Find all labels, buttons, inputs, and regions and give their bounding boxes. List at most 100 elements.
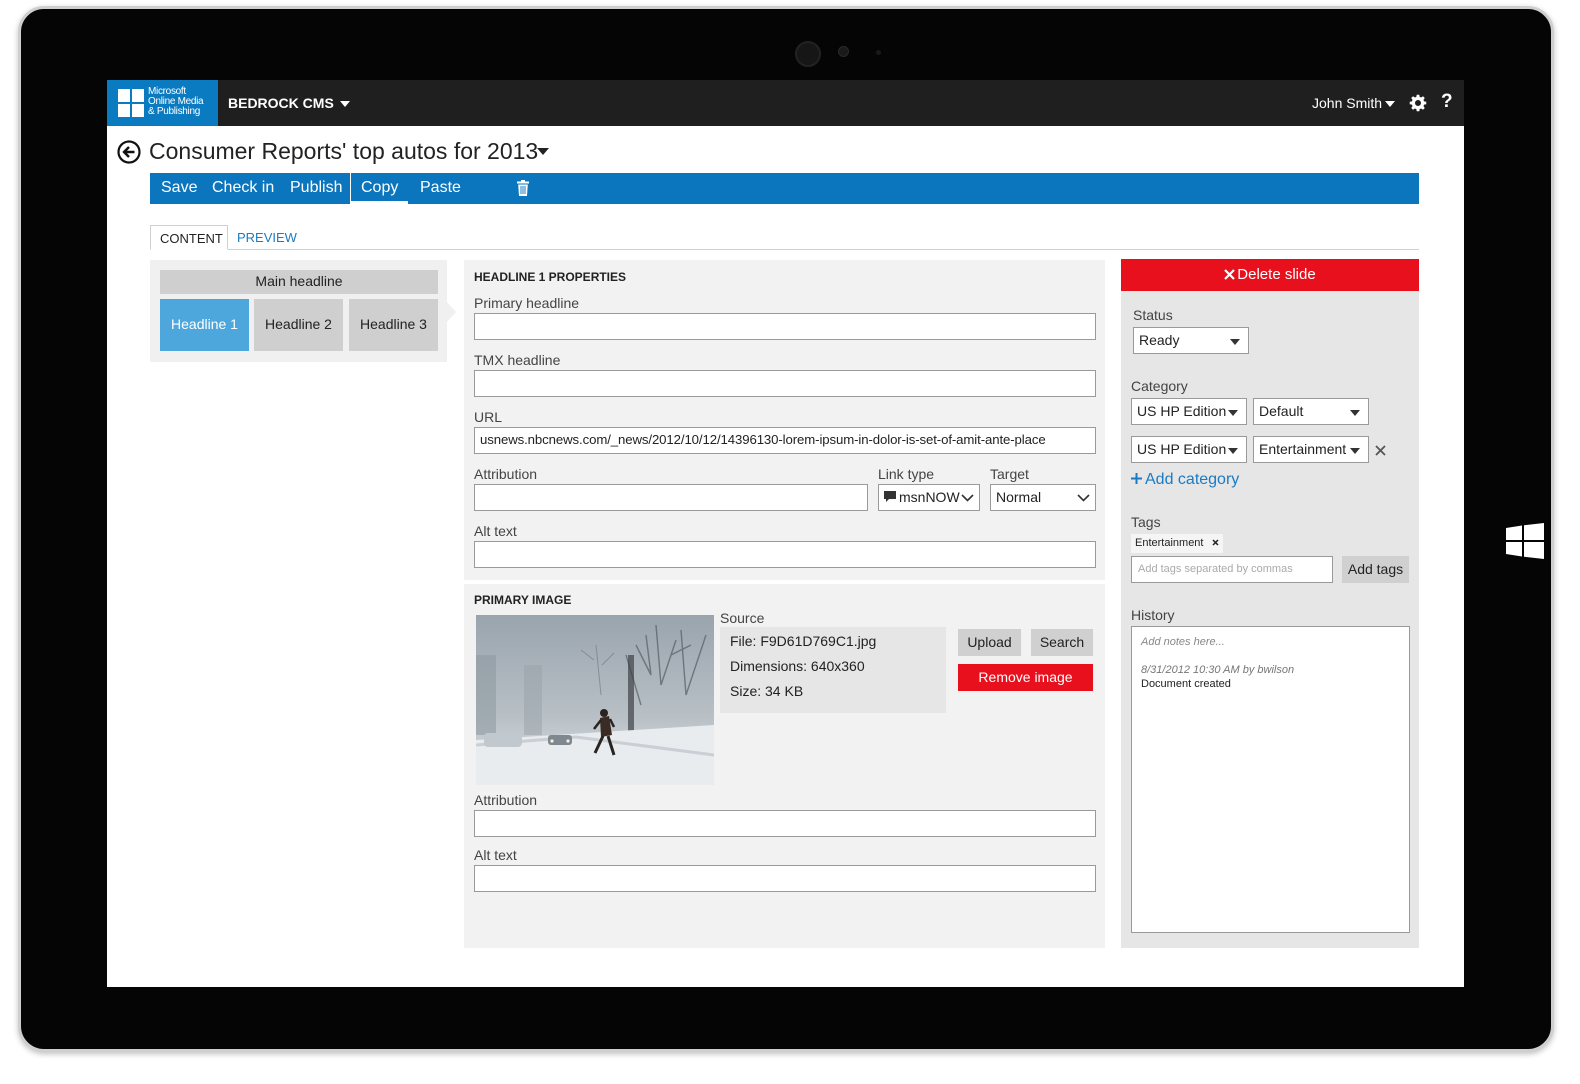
url-label: URL bbox=[474, 409, 503, 425]
back-arrow-icon[interactable] bbox=[117, 140, 141, 164]
image-attribution-label: Attribution bbox=[474, 792, 538, 808]
url-input[interactable]: usnews.nbcnews.com/_news/2012/10/12/1439… bbox=[474, 427, 1096, 454]
app-switcher[interactable]: BEDROCK CMS bbox=[228, 95, 350, 111]
top-navigation-bar: Microsoft Online Media & Publishing BEDR… bbox=[107, 80, 1464, 126]
tab-content[interactable]: CONTENT bbox=[150, 225, 228, 250]
brand-name: Microsoft Online Media & Publishing bbox=[148, 87, 216, 117]
add-category-link[interactable]: Add category bbox=[1131, 471, 1239, 489]
brand-logo[interactable]: Microsoft Online Media & Publishing bbox=[107, 80, 218, 126]
windows-grid-icon bbox=[118, 89, 144, 117]
delete-slide-label: Delete slide bbox=[1237, 266, 1316, 283]
slide-settings-panel: Delete slide Status Ready Category US HP… bbox=[1121, 259, 1419, 948]
remove-image-button[interactable]: Remove image bbox=[958, 664, 1093, 691]
add-category-label: Add category bbox=[1145, 471, 1240, 488]
image-alt-text-input[interactable] bbox=[474, 865, 1096, 892]
history-entry-text: Document created bbox=[1141, 678, 1231, 690]
app-name: BEDROCK CMS bbox=[228, 95, 334, 111]
chevron-down-icon bbox=[1350, 410, 1360, 416]
search-button[interactable]: Search bbox=[1031, 629, 1093, 656]
section-divider bbox=[464, 580, 1105, 584]
history-label: History bbox=[1131, 607, 1175, 623]
chevron-down-icon bbox=[1350, 448, 1360, 454]
windows-logo-icon[interactable] bbox=[1506, 523, 1544, 559]
comment-icon bbox=[884, 491, 896, 502]
chevron-down-icon bbox=[339, 101, 350, 108]
camera-led bbox=[876, 50, 881, 55]
gear-icon[interactable] bbox=[1409, 94, 1427, 112]
slide-pointer bbox=[447, 302, 456, 322]
main-headline-slide[interactable]: Main headline bbox=[160, 270, 438, 294]
tab-preview[interactable]: PREVIEW bbox=[228, 225, 306, 250]
primary-headline-label: Primary headline bbox=[474, 295, 580, 311]
close-icon bbox=[1224, 269, 1236, 280]
delete-slide-button[interactable]: Delete slide bbox=[1121, 259, 1419, 291]
chevron-down-icon bbox=[1228, 448, 1238, 454]
user-menu[interactable]: John Smith bbox=[1312, 95, 1396, 111]
category-edition-select[interactable]: US HP Edition bbox=[1131, 436, 1247, 463]
chevron-down-icon bbox=[1385, 101, 1396, 108]
cms-screen: Microsoft Online Media & Publishing BEDR… bbox=[107, 80, 1464, 987]
save-button[interactable]: Save bbox=[161, 179, 197, 197]
category-section-value: Default bbox=[1259, 403, 1304, 419]
check-in-button[interactable]: Check in bbox=[212, 179, 274, 197]
copy-button[interactable]: Copy bbox=[361, 179, 398, 197]
action-toolbar: Save Check in Publish Copy Paste bbox=[150, 173, 1419, 204]
add-tags-button[interactable]: Add tags bbox=[1342, 556, 1409, 583]
category-edition-value: US HP Edition bbox=[1137, 403, 1227, 419]
trash-icon[interactable] bbox=[517, 180, 529, 196]
status-label: Status bbox=[1133, 307, 1173, 323]
tmx-headline-input[interactable] bbox=[474, 370, 1096, 397]
target-select[interactable]: Normal bbox=[990, 484, 1096, 511]
chevron-down-icon bbox=[1230, 339, 1240, 345]
tags-label: Tags bbox=[1131, 514, 1161, 530]
front-camera bbox=[795, 41, 821, 67]
publish-button[interactable]: Publish bbox=[290, 179, 342, 197]
category-edition-select[interactable]: US HP Edition bbox=[1131, 398, 1247, 425]
headline-2-slide[interactable]: Headline 2 bbox=[254, 299, 343, 351]
primary-headline-input[interactable] bbox=[474, 313, 1096, 340]
chevron-down-icon[interactable] bbox=[537, 148, 549, 155]
document-title: Consumer Reports' top autos for 2013 bbox=[149, 138, 539, 164]
attribution-input[interactable] bbox=[474, 484, 868, 511]
image-info-box: File: F9D61D769C1.jpg Dimensions: 640x36… bbox=[720, 627, 946, 713]
tag-chip: Entertainment bbox=[1131, 534, 1223, 553]
primary-image-thumbnail[interactable] bbox=[476, 615, 714, 785]
plus-icon bbox=[1131, 473, 1142, 484]
status-select[interactable]: Ready bbox=[1133, 327, 1249, 354]
category-section-value: Entertainment bbox=[1259, 441, 1347, 457]
target-label: Target bbox=[990, 466, 1029, 482]
brand-line-3: & Publishing bbox=[148, 106, 200, 117]
status-value: Ready bbox=[1139, 332, 1180, 348]
category-edition-value: US HP Edition bbox=[1137, 441, 1227, 457]
chevron-down-icon bbox=[1228, 410, 1238, 416]
headline-1-slide[interactable]: Headline 1 bbox=[160, 299, 249, 351]
headline-properties-panel: HEADLINE 1 PROPERTIES Primary headline T… bbox=[464, 260, 1105, 948]
category-label: Category bbox=[1131, 378, 1188, 394]
headline-3-slide[interactable]: Headline 3 bbox=[349, 299, 438, 351]
camera-sensor bbox=[838, 46, 849, 57]
link-type-label: Link type bbox=[878, 466, 935, 482]
category-section-select[interactable]: Entertainment bbox=[1253, 436, 1369, 463]
slides-panel: Main headline Headline 1 Headline 2 Head… bbox=[150, 260, 447, 362]
link-type-select[interactable]: msnNOW bbox=[878, 484, 980, 511]
alt-text-input[interactable] bbox=[474, 541, 1096, 568]
history-entry-meta: 8/31/2012 10:30 AM by bwilson bbox=[1141, 664, 1295, 676]
chevron-down-icon bbox=[1077, 494, 1090, 502]
upload-button[interactable]: Upload bbox=[958, 629, 1021, 656]
image-attribution-input[interactable] bbox=[474, 810, 1096, 837]
primary-image-title: PRIMARY IMAGE bbox=[474, 593, 572, 607]
image-size: Size: 34 KB bbox=[730, 683, 804, 699]
image-alt-text-label: Alt text bbox=[474, 847, 517, 863]
user-name: John Smith bbox=[1312, 95, 1383, 111]
image-dimensions: Dimensions: 640x360 bbox=[730, 658, 865, 674]
source-label: Source bbox=[720, 610, 765, 626]
category-section-select[interactable]: Default bbox=[1253, 398, 1369, 425]
target-value: Normal bbox=[996, 489, 1042, 505]
remove-category-icon[interactable] bbox=[1375, 445, 1386, 456]
paste-button[interactable]: Paste bbox=[420, 179, 461, 197]
help-icon[interactable]: ? bbox=[1441, 91, 1453, 113]
remove-tag-icon[interactable] bbox=[1212, 539, 1219, 546]
tags-input[interactable]: Add tags separated by commas bbox=[1131, 556, 1333, 583]
history-notes[interactable]: Add notes here... 8/31/2012 10:30 AM by … bbox=[1131, 626, 1410, 933]
section-title: HEADLINE 1 PROPERTIES bbox=[474, 270, 627, 284]
